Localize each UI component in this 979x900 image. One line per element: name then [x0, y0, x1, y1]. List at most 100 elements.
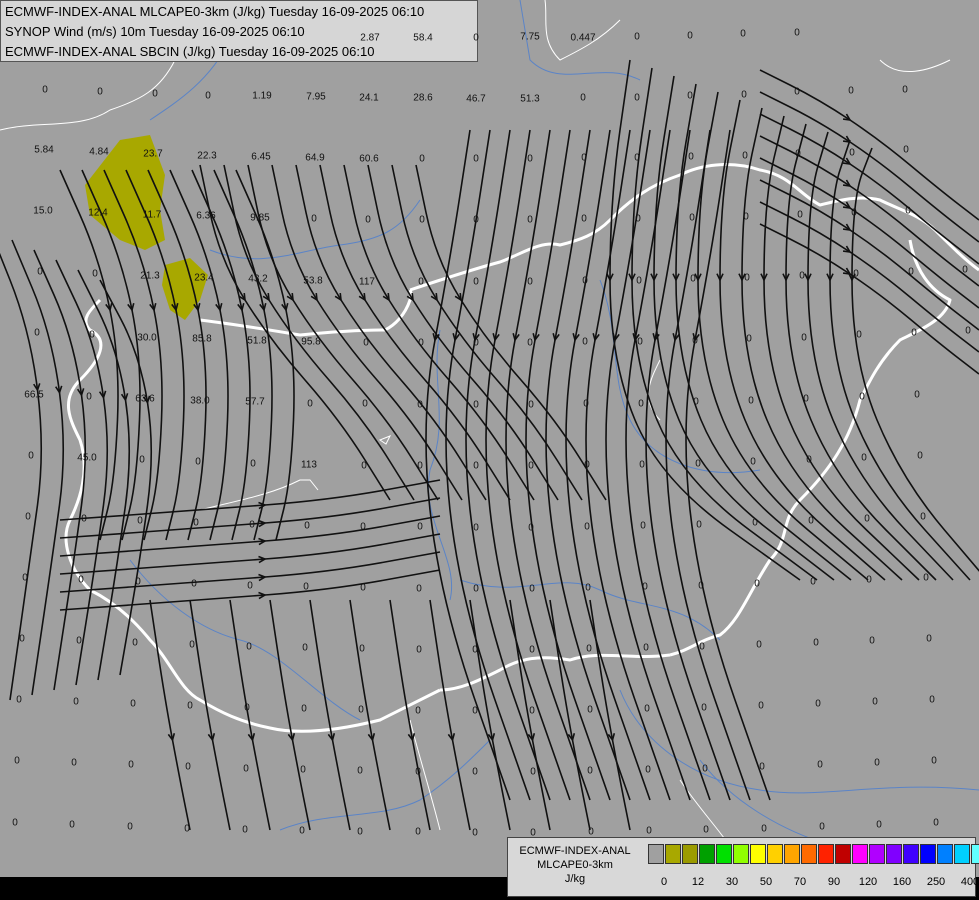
value-label: 46.7: [466, 93, 486, 105]
value-label: 0: [644, 703, 650, 715]
value-label: 0: [584, 521, 590, 533]
value-label: 0: [34, 327, 40, 339]
value-label: 0: [472, 644, 478, 656]
value-label: 0: [78, 574, 84, 586]
value-label: 0: [585, 582, 591, 594]
value-label: 0: [851, 207, 857, 219]
value-label: 0: [695, 458, 701, 470]
value-label: 58.4: [413, 32, 433, 44]
streamline-4: [77, 269, 131, 681]
streamline-54: [759, 135, 979, 287]
thin-border-2: [879, 59, 951, 73]
streamline-69: [549, 599, 591, 831]
value-label: 57.7: [245, 396, 265, 408]
legend-swatch-17: [937, 844, 953, 864]
river-9: [279, 739, 491, 831]
value-label: 0: [962, 264, 968, 276]
value-label: 0: [903, 144, 909, 156]
value-label: 0: [299, 825, 305, 837]
legend-swatch-7: [767, 844, 783, 864]
value-label: 0: [14, 755, 20, 767]
value-label: 0: [37, 266, 43, 278]
value-label: 0: [758, 700, 764, 712]
value-label: 0: [86, 391, 92, 403]
value-label: 0: [529, 583, 535, 595]
value-label: 0: [527, 276, 533, 288]
legend-title: ECMWF-INDEX-ANAL MLCAPE0-3km J/kg: [508, 844, 642, 886]
value-label: 0: [587, 765, 593, 777]
value-label: 0: [246, 641, 252, 653]
value-label: 0: [754, 578, 760, 590]
value-label: 43.2: [248, 273, 268, 285]
streamline-15: [199, 164, 391, 501]
value-label: 0: [634, 92, 640, 104]
streamline-42: [675, 83, 852, 581]
legend-swatch-2: [682, 844, 698, 864]
value-label: 0: [363, 337, 369, 349]
value-label: 0: [185, 761, 191, 773]
value-label: 7.95: [306, 91, 326, 103]
value-label: 0: [415, 705, 421, 717]
country-border-1: [669, 239, 952, 657]
value-label: 0: [360, 582, 366, 594]
legend-tick: 160: [892, 876, 912, 888]
value-label: 4.84: [89, 146, 109, 158]
value-label: 0: [76, 635, 82, 647]
legend-title-unit: J/kg: [564, 873, 586, 885]
streamline-2: [33, 249, 87, 691]
legend-swatch-5: [733, 844, 749, 864]
value-label: 0: [358, 704, 364, 716]
value-label: 0: [128, 759, 134, 771]
value-label: 0: [73, 696, 79, 708]
streamline-66: [429, 599, 471, 831]
thin-border-1: [0, 59, 176, 131]
value-label: 0: [931, 755, 937, 767]
value-label: 30.0: [137, 332, 157, 344]
value-label: 0: [529, 644, 535, 656]
value-label: 0: [699, 641, 705, 653]
streamline-45: [741, 107, 903, 581]
streamline-52: [759, 91, 979, 243]
value-label: 0: [242, 824, 248, 836]
value-label: 0: [588, 826, 594, 838]
legend-swatch-1: [665, 844, 681, 864]
value-label: 0.447: [570, 32, 596, 44]
value-label: 0: [244, 702, 250, 714]
value-label: 0: [743, 211, 749, 223]
value-label: 0: [527, 337, 533, 349]
value-label: 0: [914, 389, 920, 401]
value-label: 0: [97, 86, 103, 98]
value-label: 0: [815, 698, 821, 710]
value-label: 23.4: [194, 272, 214, 284]
value-label: 0: [687, 90, 693, 102]
value-label: 0: [583, 398, 589, 410]
streamline-25: [425, 129, 511, 801]
value-label: 0: [746, 333, 752, 345]
value-label: 0: [415, 766, 421, 778]
legend-tick: 30: [725, 876, 739, 888]
country-border-2: [439, 653, 671, 692]
value-label: 0: [808, 515, 814, 527]
streamline-57: [759, 201, 979, 353]
value-label: 0: [856, 329, 862, 341]
value-label: 0: [416, 644, 422, 656]
value-label: 0: [71, 757, 77, 769]
value-label: 5.84: [34, 144, 54, 156]
value-label: 0: [636, 275, 642, 287]
thin-border-0: [544, 0, 621, 61]
value-label: 0: [417, 399, 423, 411]
value-label: 0: [365, 214, 371, 226]
value-label: 0: [813, 637, 819, 649]
value-label: 0: [205, 90, 211, 102]
value-label: 6.45: [251, 151, 271, 163]
value-label: 0: [311, 213, 317, 225]
value-label: 0: [307, 398, 313, 410]
value-label: 0: [866, 574, 872, 586]
value-label: 0: [587, 704, 593, 716]
value-label: 0: [586, 643, 592, 655]
value-label: 63.6: [135, 393, 155, 405]
value-label: 0: [690, 273, 696, 285]
value-label: 0: [152, 88, 158, 100]
value-label: 113: [301, 459, 317, 471]
value-label: 0: [357, 765, 363, 777]
